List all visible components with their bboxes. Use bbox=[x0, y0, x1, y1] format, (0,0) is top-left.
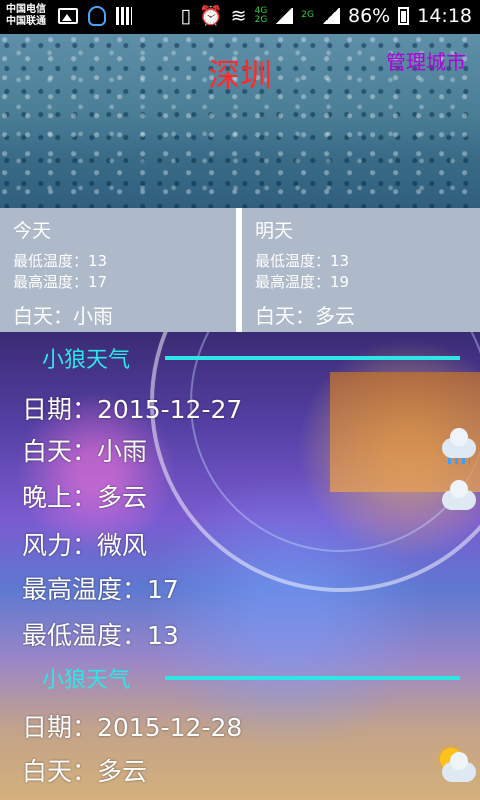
alarm-icon: ⏰ bbox=[199, 5, 223, 27]
carrier-1: 中国电信 bbox=[6, 4, 46, 15]
high-temp-text: 最高温度：17 bbox=[22, 575, 179, 604]
city-header: 深圳 管理城市 bbox=[0, 34, 480, 208]
rain-cloud-icon bbox=[440, 428, 478, 464]
network-type-icon: 4G 2G bbox=[254, 5, 268, 25]
vibrate-icon: ▯ bbox=[180, 4, 191, 27]
today-label: 今天 bbox=[13, 220, 52, 242]
wind-text: 风力：微风 bbox=[22, 531, 148, 560]
battery-icon bbox=[398, 6, 410, 25]
notification-icons bbox=[58, 6, 132, 26]
brand-label: 小狼天气 bbox=[42, 668, 131, 693]
brand-divider-line bbox=[165, 356, 460, 360]
barcode-icon bbox=[116, 7, 132, 25]
night-weather-text: 晚上：多云 bbox=[22, 483, 148, 512]
cloud-icon bbox=[440, 480, 478, 514]
tomorrow-label: 明天 bbox=[255, 220, 294, 242]
date-text: 日期：2015-12-27 bbox=[22, 395, 243, 424]
today-forecast[interactable]: 今天 最低温度：13 最高温度：17 白天：小雨 bbox=[0, 208, 236, 332]
signal-2-icon bbox=[322, 7, 340, 24]
clock: 14:18 bbox=[417, 4, 472, 27]
system-icons: ▯ ⏰ ≋ 4G 2G 2G 86% 14:18 bbox=[180, 4, 472, 28]
today-weather: 白天：小雨 bbox=[13, 304, 113, 328]
image-icon bbox=[58, 8, 78, 24]
low-temp-text: 最低温度：13 bbox=[22, 621, 179, 650]
network-type-2-icon: 2G bbox=[301, 10, 314, 20]
brand-label: 小狼天气 bbox=[42, 348, 131, 373]
tomorrow-weather: 白天：多云 bbox=[255, 304, 355, 328]
forecast-panel: 今天 最低温度：13 最高温度：17 白天：小雨 明天 最低温度：13 最高温度… bbox=[0, 208, 480, 332]
brand-divider-line bbox=[165, 676, 460, 680]
day-weather-text: 白天：多云 bbox=[22, 757, 148, 786]
sun-cloud-icon bbox=[440, 748, 478, 782]
forecast-list[interactable]: 小狼天气 日期：2015-12-27 白天：小雨 晚上：多云 风力：微风 最高温… bbox=[0, 332, 480, 800]
carrier-labels: 中国电信 中国联通 bbox=[6, 4, 46, 28]
signal-icon bbox=[275, 7, 294, 24]
wifi-icon: ≋ bbox=[230, 4, 247, 27]
tomorrow-forecast[interactable]: 明天 最低温度：13 最高温度：19 白天：多云 bbox=[242, 208, 480, 332]
carrier-2: 中国联通 bbox=[6, 16, 46, 27]
qq-icon bbox=[88, 6, 106, 26]
tomorrow-low-temp: 最低温度：13 bbox=[255, 252, 350, 270]
status-bar: 中国电信 中国联通 ▯ ⏰ ≋ 4G 2G 2G 86% 14:18 bbox=[0, 0, 480, 34]
battery-percent: 86% bbox=[348, 4, 391, 27]
manage-city-button[interactable]: 管理城市 bbox=[386, 46, 466, 75]
date-text: 日期：2015-12-28 bbox=[22, 713, 243, 742]
list-item[interactable]: 小狼天气 日期：2015-12-27 白天：小雨 晚上：多云 风力：微风 最高温… bbox=[0, 332, 480, 652]
today-low-temp: 最低温度：13 bbox=[13, 252, 108, 270]
tomorrow-high-temp: 最高温度：19 bbox=[255, 273, 350, 291]
today-high-temp: 最高温度：17 bbox=[13, 273, 108, 291]
list-item[interactable]: 小狼天气 日期：2015-12-28 白天：多云 bbox=[0, 658, 480, 800]
day-weather-text: 白天：小雨 bbox=[22, 437, 148, 466]
